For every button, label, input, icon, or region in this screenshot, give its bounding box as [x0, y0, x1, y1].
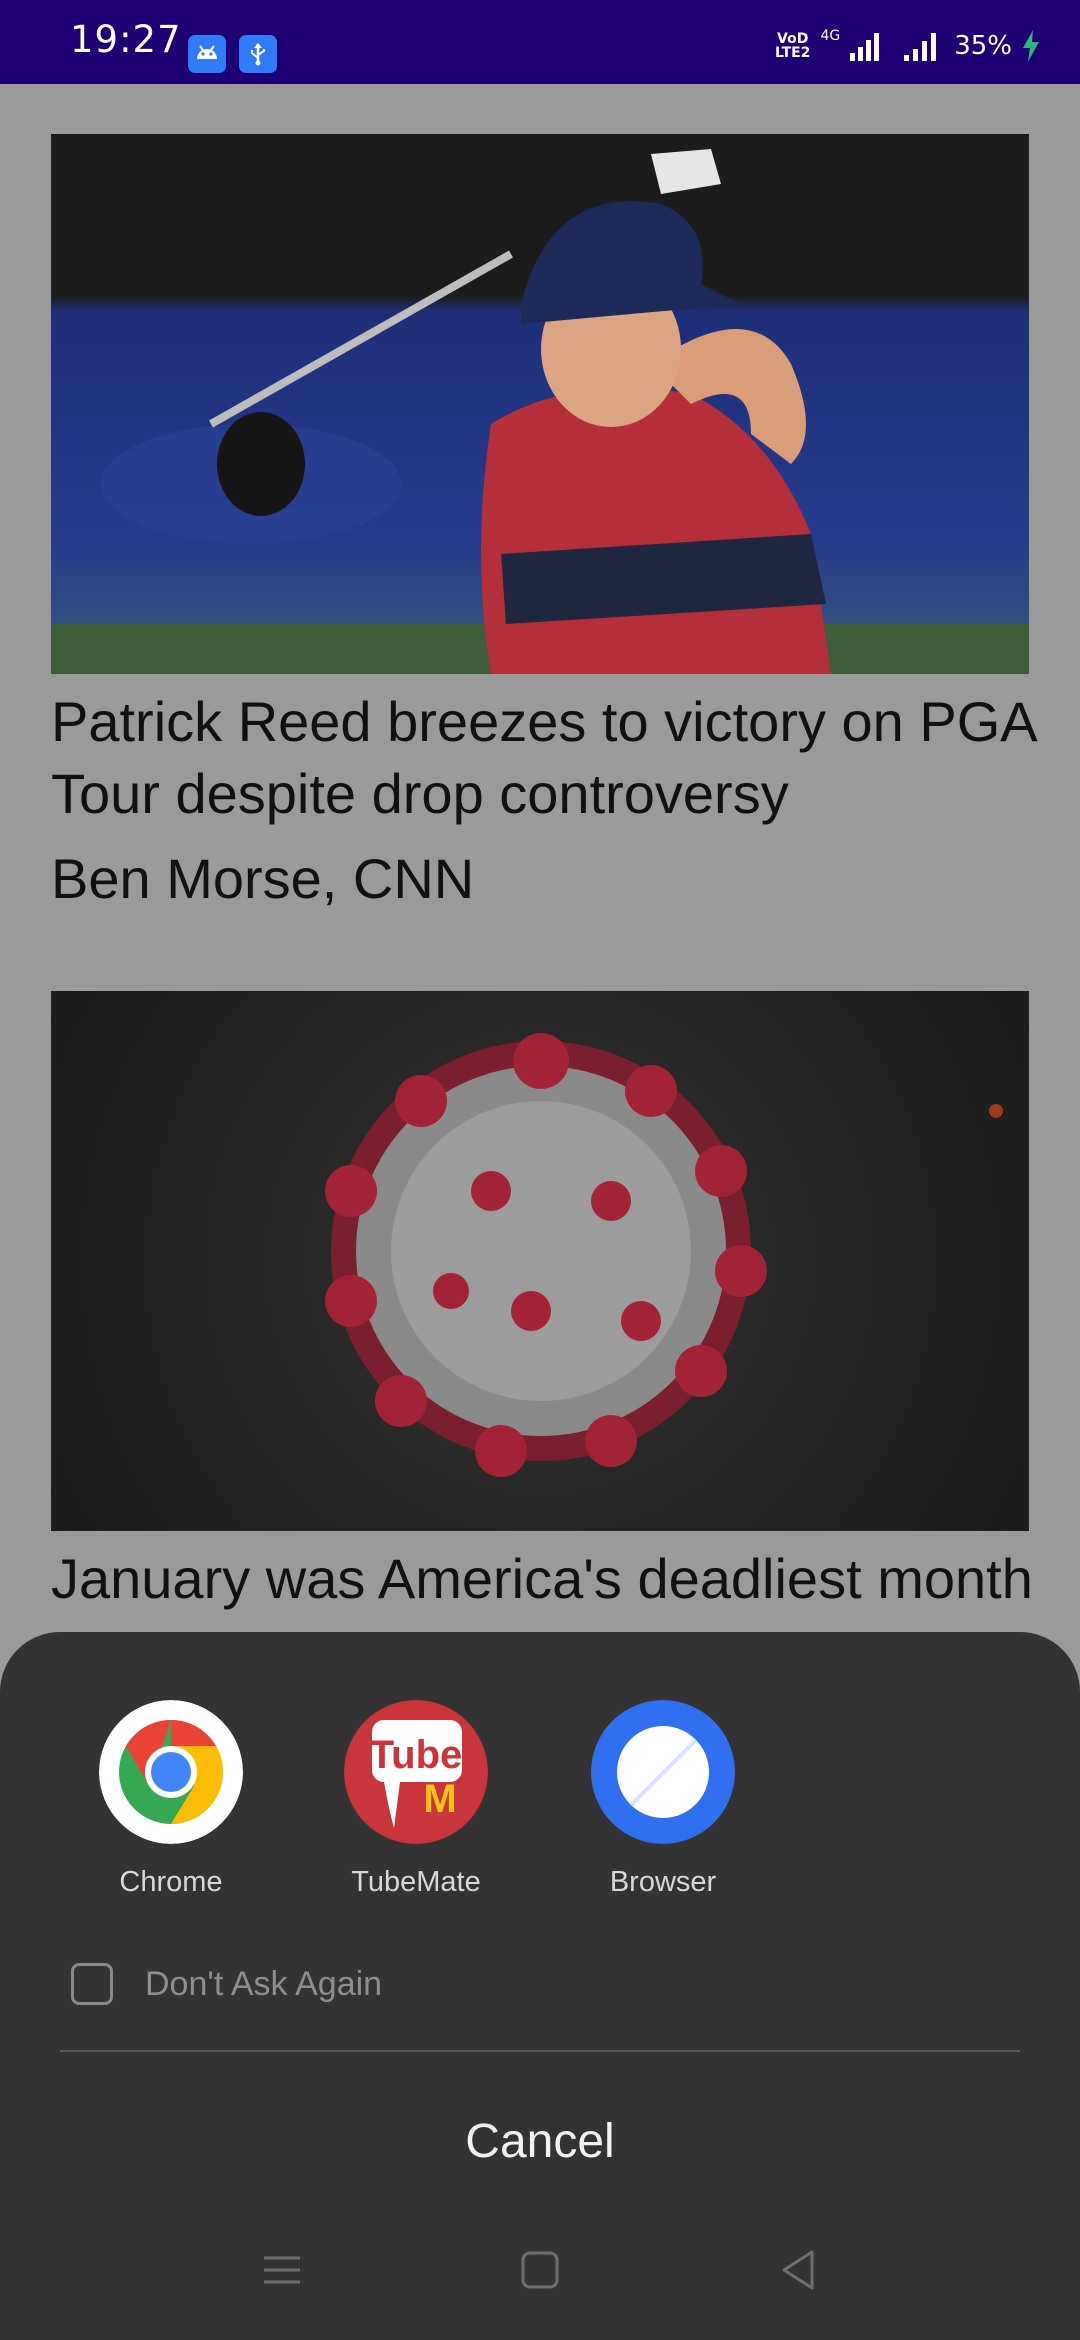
network-type: 4G: [820, 28, 841, 44]
divider: [60, 2050, 1020, 2052]
navigation-bar: [0, 2200, 1080, 2340]
charging-icon: [1023, 30, 1039, 62]
volte-line1: VoD: [777, 31, 809, 47]
dont-ask-again-label[interactable]: Don't Ask Again: [145, 1965, 382, 2004]
tubemate-logo-mark: M: [423, 1777, 456, 1821]
android-debug-icon: [188, 35, 226, 73]
battery-percent: 35%: [954, 31, 1012, 61]
signal-icon-sim2: [904, 33, 937, 61]
article-headline[interactable]: Patrick Reed breezes to victory on PGA T…: [51, 686, 1041, 830]
tubemate-logo-text: Tube: [370, 1733, 463, 1777]
article-byline: Ben Morse, CNN: [51, 847, 475, 910]
volte-badge: VoD LTE2: [775, 32, 810, 60]
app-label: Chrome: [119, 1866, 223, 1898]
article-headline[interactable]: January was America's deadliest month: [51, 1543, 1041, 1615]
signal-icon: [850, 33, 880, 61]
home-icon[interactable]: [510, 2240, 570, 2300]
browser-icon[interactable]: [591, 1700, 735, 1844]
status-indicators: VoD LTE2 4G 35%: [775, 26, 1040, 66]
dont-ask-again-row[interactable]: Don't Ask Again: [71, 1958, 382, 2010]
cancel-button[interactable]: Cancel: [340, 2092, 740, 2192]
usb-icon: [239, 35, 277, 73]
dont-ask-again-checkbox[interactable]: [71, 1963, 113, 2005]
app-label: TubeMate: [351, 1866, 481, 1898]
tubemate-icon[interactable]: Tube M: [344, 1700, 488, 1844]
menu-icon[interactable]: [252, 2240, 312, 2300]
open-with-sheet: Chrome Tube M TubeMate Browser Don't Ask…: [0, 1632, 1080, 2340]
back-icon[interactable]: [768, 2240, 828, 2300]
article-image-virus[interactable]: [51, 991, 1029, 1531]
app-option-tubemate[interactable]: Tube M TubeMate: [316, 1700, 516, 1899]
app-option-browser[interactable]: Browser: [563, 1700, 763, 1899]
app-label: Browser: [609, 1866, 717, 1898]
volte-line2: LTE2: [774, 45, 811, 61]
status-time: 19:27: [70, 18, 182, 61]
article-image-golf[interactable]: [51, 134, 1029, 674]
app-option-chrome[interactable]: Chrome: [71, 1700, 271, 1899]
chrome-icon[interactable]: [99, 1700, 243, 1844]
status-bar: 19:27 VoD LTE2 4G 35%: [0, 0, 1080, 84]
